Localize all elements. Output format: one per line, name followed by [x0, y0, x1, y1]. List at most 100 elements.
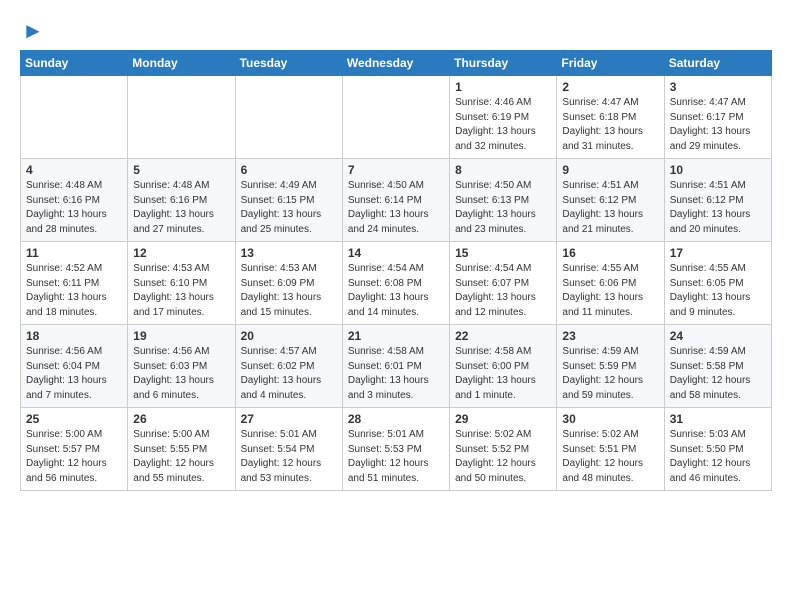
- day-number: 2: [562, 80, 658, 94]
- day-info: Sunrise: 4:55 AMSunset: 6:05 PMDaylight:…: [670, 262, 766, 320]
- day-number: 4: [26, 163, 122, 177]
- day-info: Sunrise: 4:56 AMSunset: 6:04 PMDaylight:…: [26, 345, 122, 403]
- day-number: 3: [670, 80, 766, 94]
- day-cell: [235, 76, 342, 159]
- day-cell: 14 Sunrise: 4:54 AMSunset: 6:08 PMDayligh…: [342, 242, 449, 325]
- day-number: 24: [670, 329, 766, 343]
- day-info: Sunrise: 5:02 AMSunset: 5:52 PMDaylight:…: [455, 428, 551, 486]
- day-cell: 21 Sunrise: 4:58 AMSunset: 6:01 PMDayligh…: [342, 325, 449, 408]
- day-number: 17: [670, 246, 766, 260]
- day-number: 10: [670, 163, 766, 177]
- calendar-table: SundayMondayTuesdayWednesdayThursdayFrid…: [20, 50, 772, 491]
- day-cell: 28 Sunrise: 5:01 AMSunset: 5:53 PMDayligh…: [342, 408, 449, 491]
- day-number: 26: [133, 412, 229, 426]
- day-info: Sunrise: 4:50 AMSunset: 6:13 PMDaylight:…: [455, 179, 551, 237]
- day-cell: 13 Sunrise: 4:53 AMSunset: 6:09 PMDayligh…: [235, 242, 342, 325]
- day-number: 31: [670, 412, 766, 426]
- day-info: Sunrise: 4:51 AMSunset: 6:12 PMDaylight:…: [670, 179, 766, 237]
- day-number: 23: [562, 329, 658, 343]
- column-header-thursday: Thursday: [450, 51, 557, 76]
- day-cell: 7Sunrise: 4:50 AMSunset: 6:14 PMDaylight…: [342, 159, 449, 242]
- day-cell: 2 Sunrise: 4:47 AMSunset: 6:18 PMDaylight…: [557, 76, 664, 159]
- column-header-monday: Monday: [128, 51, 235, 76]
- week-row-5: 25Sunrise: 5:00 AMSunset: 5:57 PMDayligh…: [21, 408, 772, 491]
- day-info: Sunrise: 4:46 AMSunset: 6:19 PMDaylight:…: [455, 96, 551, 154]
- day-info: Sunrise: 4:58 AMSunset: 6:00 PMDaylight:…: [455, 345, 551, 403]
- day-cell: 27Sunrise: 5:01 AMSunset: 5:54 PMDayligh…: [235, 408, 342, 491]
- day-cell: 3 Sunrise: 4:47 AMSunset: 6:17 PMDaylight…: [664, 76, 771, 159]
- day-cell: 9 Sunrise: 4:51 AMSunset: 6:12 PMDaylight…: [557, 159, 664, 242]
- day-cell: [128, 76, 235, 159]
- week-row-4: 18 Sunrise: 4:56 AMSunset: 6:04 PMDayligh…: [21, 325, 772, 408]
- day-number: 6: [241, 163, 337, 177]
- day-number: 13: [241, 246, 337, 260]
- logo: ►: [20, 18, 44, 44]
- day-cell: 6Sunrise: 4:49 AMSunset: 6:15 PMDaylight…: [235, 159, 342, 242]
- day-cell: 11 Sunrise: 4:52 AMSunset: 6:11 PMDayligh…: [21, 242, 128, 325]
- logo-icon: ►: [22, 18, 44, 44]
- day-cell: 26 Sunrise: 5:00 AMSunset: 5:55 PMDayligh…: [128, 408, 235, 491]
- day-info: Sunrise: 4:48 AMSunset: 6:16 PMDaylight:…: [133, 179, 229, 237]
- day-number: 11: [26, 246, 122, 260]
- day-cell: 22 Sunrise: 4:58 AMSunset: 6:00 PMDayligh…: [450, 325, 557, 408]
- week-row-1: 1 Sunrise: 4:46 AMSunset: 6:19 PMDaylight…: [21, 76, 772, 159]
- day-info: Sunrise: 4:47 AMSunset: 6:18 PMDaylight:…: [562, 96, 658, 154]
- day-number: 9: [562, 163, 658, 177]
- day-info: Sunrise: 4:47 AMSunset: 6:17 PMDaylight:…: [670, 96, 766, 154]
- day-number: 25: [26, 412, 122, 426]
- day-info: Sunrise: 4:54 AMSunset: 6:08 PMDaylight:…: [348, 262, 444, 320]
- day-cell: 23 Sunrise: 4:59 AMSunset: 5:59 PMDayligh…: [557, 325, 664, 408]
- day-info: Sunrise: 4:52 AMSunset: 6:11 PMDaylight:…: [26, 262, 122, 320]
- day-cell: 8 Sunrise: 4:50 AMSunset: 6:13 PMDaylight…: [450, 159, 557, 242]
- day-info: Sunrise: 5:02 AMSunset: 5:51 PMDaylight:…: [562, 428, 658, 486]
- day-cell: 4 Sunrise: 4:48 AMSunset: 6:16 PMDaylight…: [21, 159, 128, 242]
- day-info: Sunrise: 4:48 AMSunset: 6:16 PMDaylight:…: [26, 179, 122, 237]
- day-number: 5: [133, 163, 229, 177]
- day-number: 22: [455, 329, 551, 343]
- day-cell: [342, 76, 449, 159]
- day-cell: 16Sunrise: 4:55 AMSunset: 6:06 PMDayligh…: [557, 242, 664, 325]
- day-number: 15: [455, 246, 551, 260]
- day-number: 12: [133, 246, 229, 260]
- day-number: 20: [241, 329, 337, 343]
- day-number: 16: [562, 246, 658, 260]
- column-header-saturday: Saturday: [664, 51, 771, 76]
- day-info: Sunrise: 5:03 AMSunset: 5:50 PMDaylight:…: [670, 428, 766, 486]
- column-header-friday: Friday: [557, 51, 664, 76]
- day-cell: 20 Sunrise: 4:57 AMSunset: 6:02 PMDayligh…: [235, 325, 342, 408]
- day-cell: 30 Sunrise: 5:02 AMSunset: 5:51 PMDayligh…: [557, 408, 664, 491]
- day-number: 1: [455, 80, 551, 94]
- day-info: Sunrise: 4:57 AMSunset: 6:02 PMDaylight:…: [241, 345, 337, 403]
- day-info: Sunrise: 4:58 AMSunset: 6:01 PMDaylight:…: [348, 345, 444, 403]
- column-header-sunday: Sunday: [21, 51, 128, 76]
- day-info: Sunrise: 4:51 AMSunset: 6:12 PMDaylight:…: [562, 179, 658, 237]
- day-cell: 31 Sunrise: 5:03 AMSunset: 5:50 PMDayligh…: [664, 408, 771, 491]
- day-number: 29: [455, 412, 551, 426]
- day-number: 27: [241, 412, 337, 426]
- day-number: 14: [348, 246, 444, 260]
- day-cell: [21, 76, 128, 159]
- calendar-page: ► SundayMondayTuesdayWednesdayThursdayFr…: [0, 0, 792, 509]
- day-number: 18: [26, 329, 122, 343]
- day-number: 30: [562, 412, 658, 426]
- day-cell: 24Sunrise: 4:59 AMSunset: 5:58 PMDayligh…: [664, 325, 771, 408]
- day-cell: 18 Sunrise: 4:56 AMSunset: 6:04 PMDayligh…: [21, 325, 128, 408]
- day-cell: 17 Sunrise: 4:55 AMSunset: 6:05 PMDayligh…: [664, 242, 771, 325]
- day-info: Sunrise: 5:00 AMSunset: 5:55 PMDaylight:…: [133, 428, 229, 486]
- day-info: Sunrise: 4:54 AMSunset: 6:07 PMDaylight:…: [455, 262, 551, 320]
- day-info: Sunrise: 5:01 AMSunset: 5:53 PMDaylight:…: [348, 428, 444, 486]
- day-cell: 10 Sunrise: 4:51 AMSunset: 6:12 PMDayligh…: [664, 159, 771, 242]
- day-info: Sunrise: 4:59 AMSunset: 5:59 PMDaylight:…: [562, 345, 658, 403]
- column-header-tuesday: Tuesday: [235, 51, 342, 76]
- day-cell: 12Sunrise: 4:53 AMSunset: 6:10 PMDayligh…: [128, 242, 235, 325]
- header: ►: [20, 18, 772, 44]
- day-number: 19: [133, 329, 229, 343]
- day-cell: 15 Sunrise: 4:54 AMSunset: 6:07 PMDayligh…: [450, 242, 557, 325]
- day-info: Sunrise: 4:53 AMSunset: 6:09 PMDaylight:…: [241, 262, 337, 320]
- day-cell: 25Sunrise: 5:00 AMSunset: 5:57 PMDayligh…: [21, 408, 128, 491]
- day-cell: 19Sunrise: 4:56 AMSunset: 6:03 PMDayligh…: [128, 325, 235, 408]
- day-number: 8: [455, 163, 551, 177]
- day-cell: 1 Sunrise: 4:46 AMSunset: 6:19 PMDaylight…: [450, 76, 557, 159]
- day-number: 21: [348, 329, 444, 343]
- day-number: 28: [348, 412, 444, 426]
